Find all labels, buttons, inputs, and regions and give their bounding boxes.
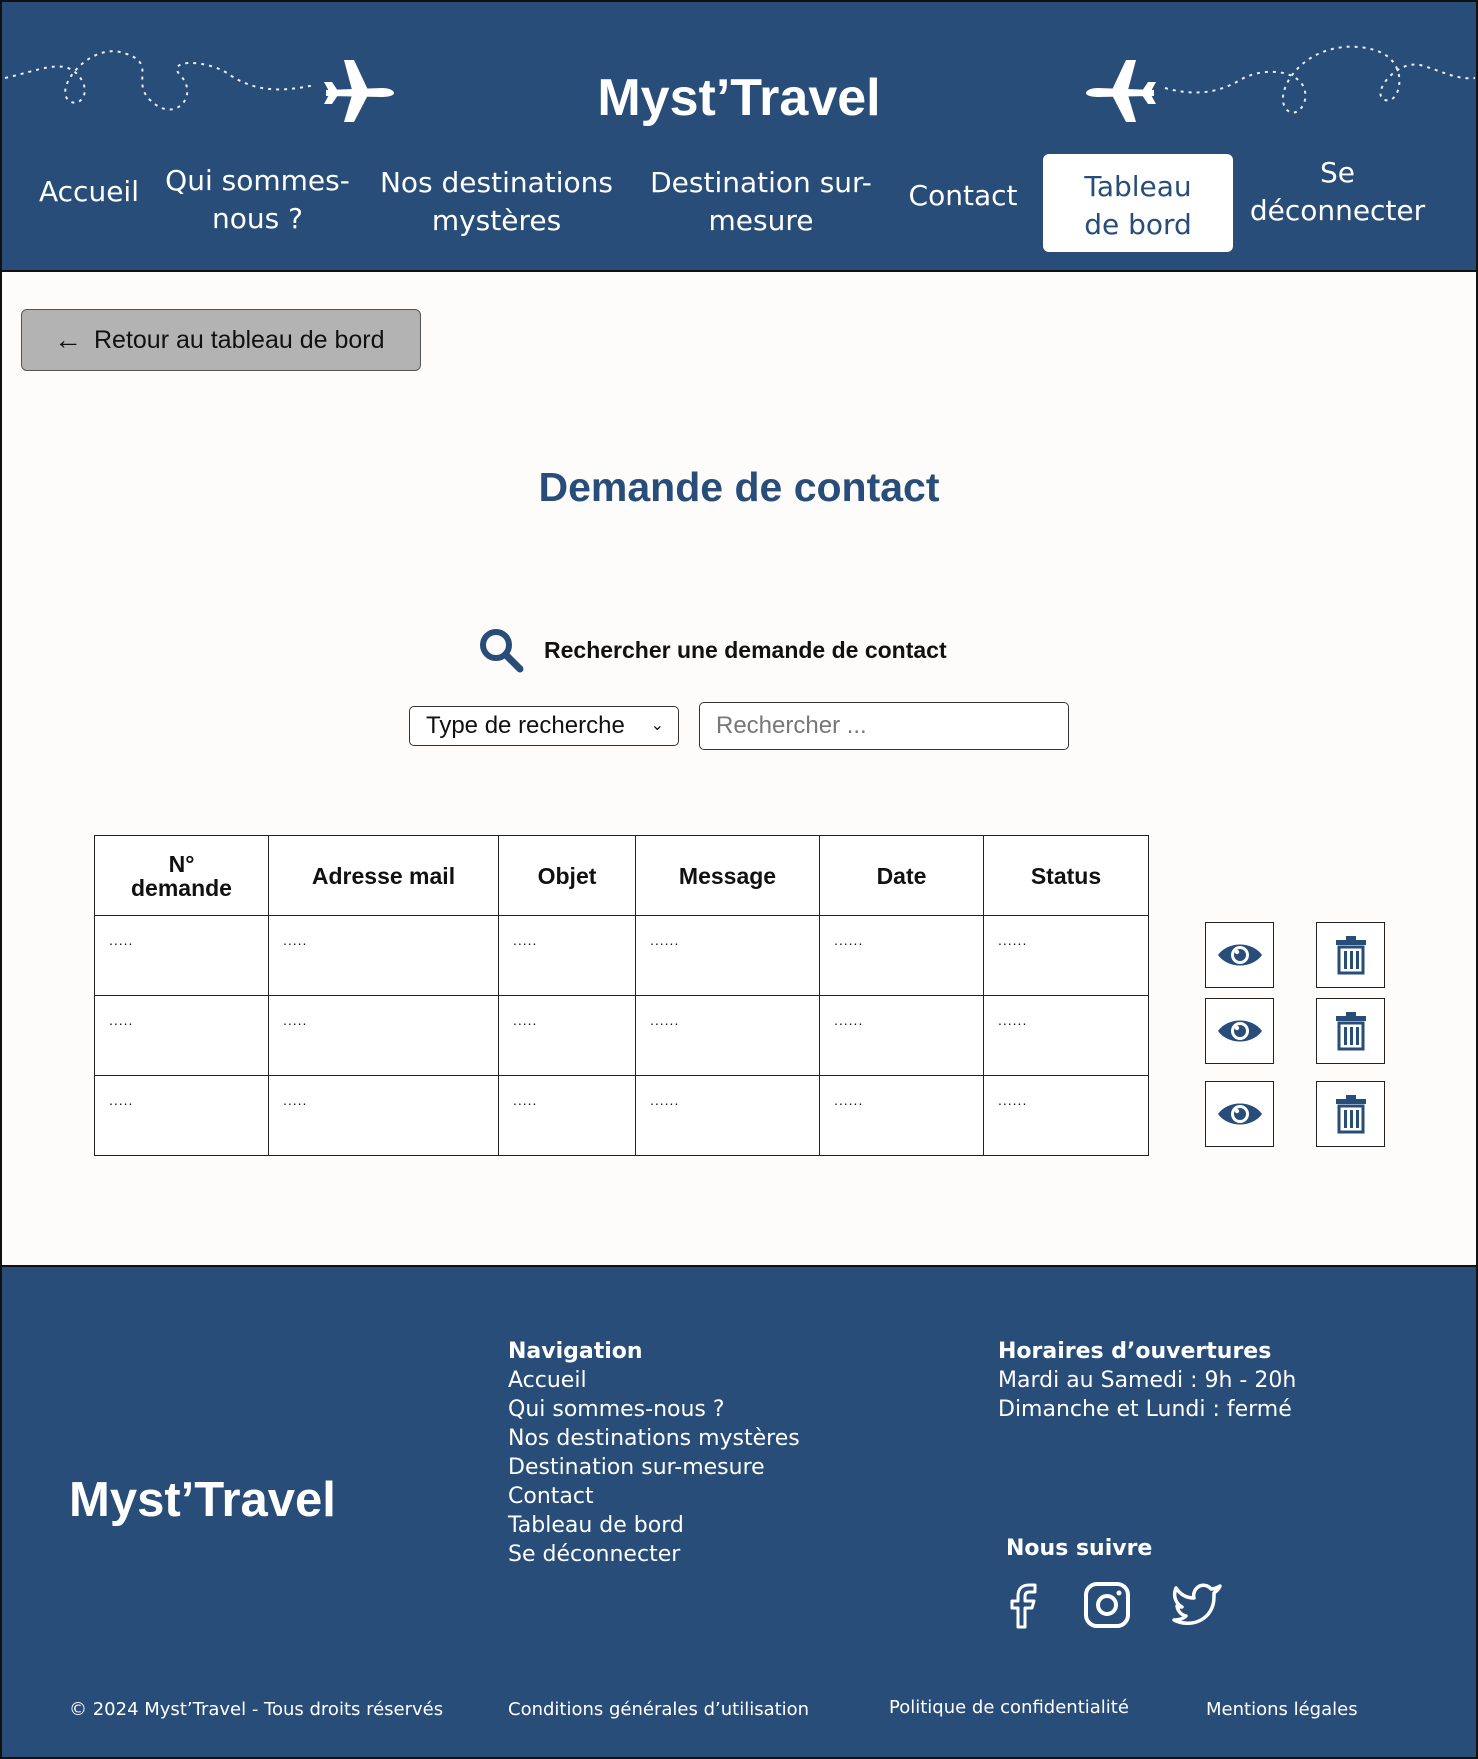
page-border [0, 0, 1478, 1759]
